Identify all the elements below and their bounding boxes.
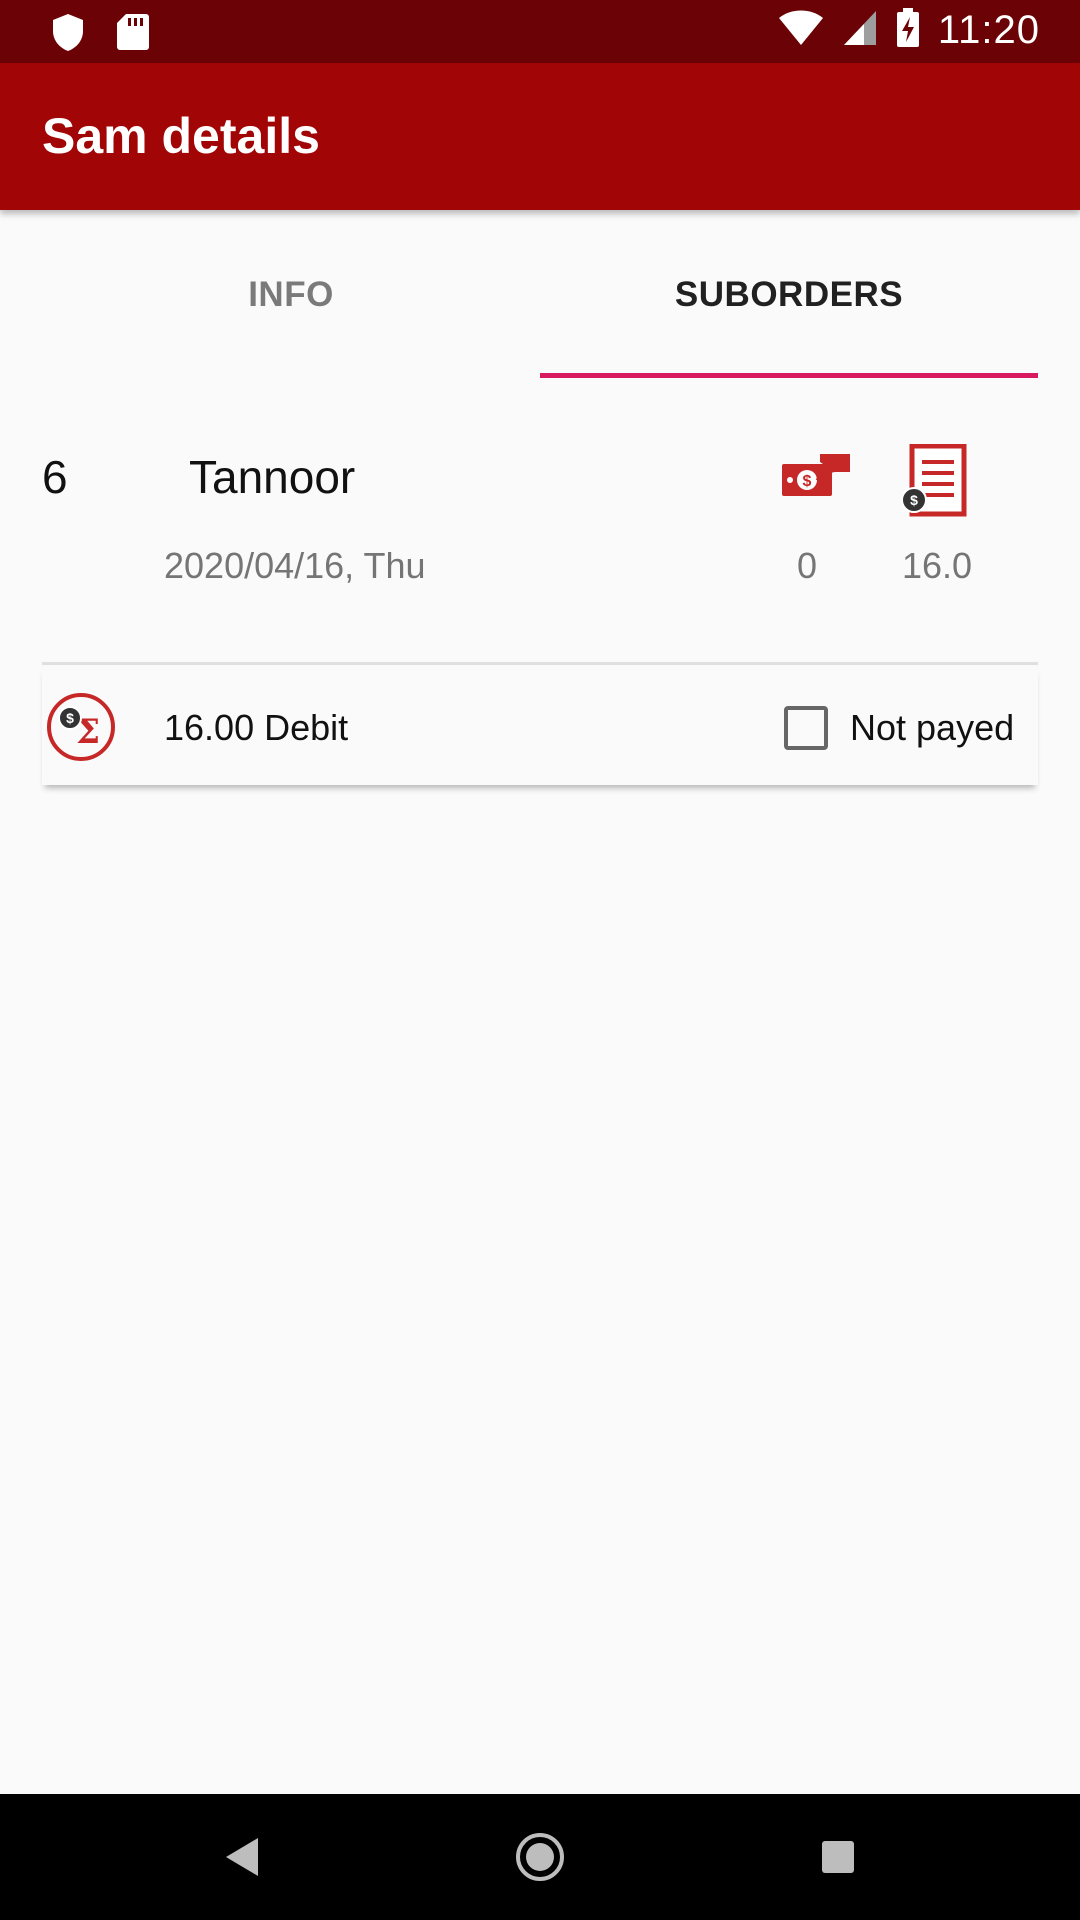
home-icon <box>516 1833 564 1881</box>
paid-amount: 0 <box>796 545 818 586</box>
suborder-number: 6 <box>42 451 68 503</box>
wifi-icon <box>778 9 824 52</box>
status-bar: 11:20 <box>0 0 1080 63</box>
sd-card-icon <box>116 12 150 57</box>
bill-icon: $ <box>901 443 968 518</box>
svg-text:$: $ <box>66 710 74 726</box>
back-icon <box>226 1838 258 1876</box>
not-payed-label[interactable]: Not payed <box>850 707 1014 749</box>
page-title: Sam details <box>42 108 320 164</box>
svg-text:$: $ <box>803 473 812 490</box>
app-bar: Sam details <box>0 63 1080 210</box>
tab-bar: INFO SUBORDERS <box>42 212 1038 378</box>
bill-amount: 16.0 <box>901 545 973 586</box>
suborder-list-item[interactable]: 6 Tannoor 2020/04/16, Thu $ $ 0 16.0 <box>42 420 1038 620</box>
clock: 11:20 <box>937 8 1040 52</box>
summary-row: Σ $ 16.00 Debit Not payed <box>42 665 1038 785</box>
tab-suborders[interactable]: SUBORDERS <box>540 212 1038 378</box>
home-button[interactable] <box>480 1794 600 1920</box>
shield-icon <box>50 12 86 57</box>
tab-info[interactable]: INFO <box>42 212 540 378</box>
battery-charging-icon <box>896 8 920 53</box>
svg-text:$: $ <box>910 492 918 508</box>
suborder-name: Tannoor <box>189 451 356 503</box>
recents-icon <box>822 1841 854 1873</box>
cash-payment-icon: $ <box>780 450 854 502</box>
not-payed-checkbox[interactable] <box>784 706 828 750</box>
navigation-bar <box>0 1794 1080 1920</box>
suborder-date: 2020/04/16, Thu <box>164 545 426 586</box>
sum-money-icon: Σ $ <box>46 692 116 762</box>
signal-icon <box>842 9 878 52</box>
debit-total: 16.00 Debit <box>164 707 349 748</box>
back-button[interactable] <box>182 1794 302 1920</box>
recents-button[interactable] <box>778 1794 898 1920</box>
